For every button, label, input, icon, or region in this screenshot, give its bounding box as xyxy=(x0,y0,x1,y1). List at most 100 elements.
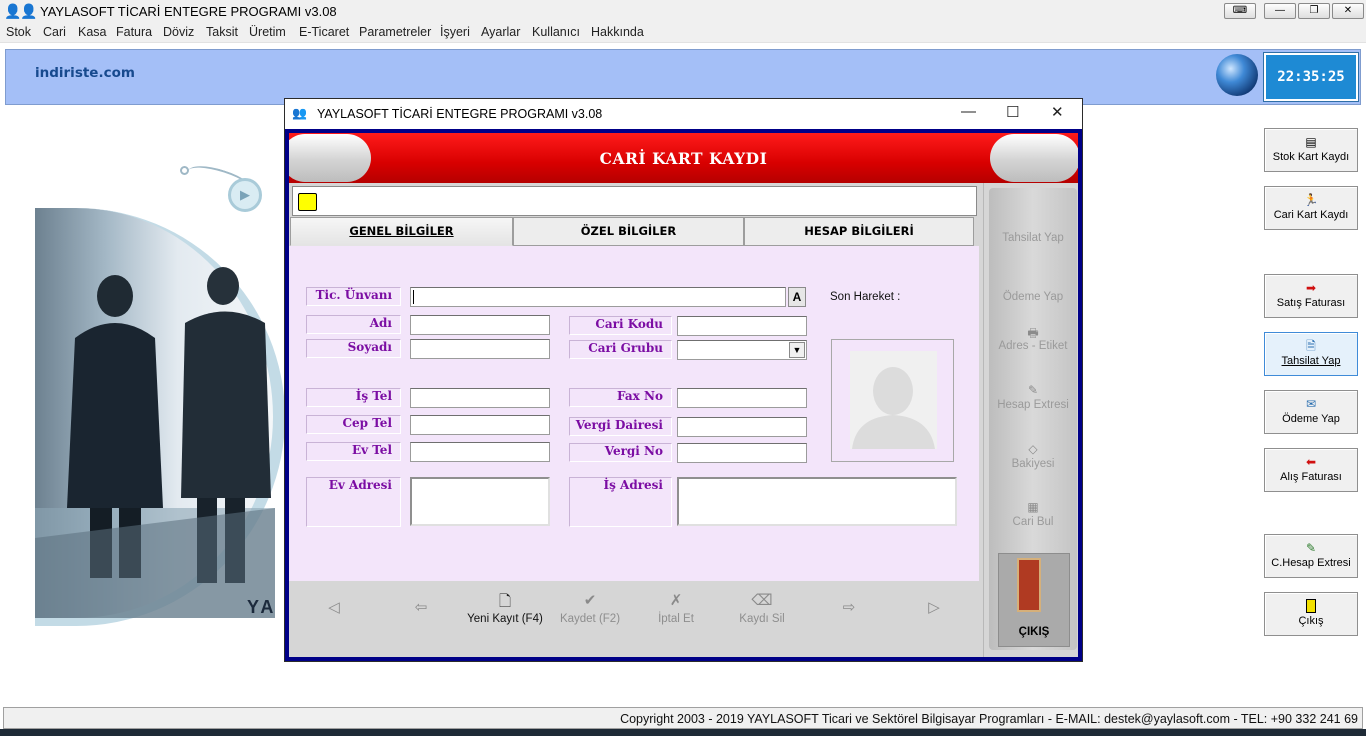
cari-grubu-select[interactable]: ▼ xyxy=(677,340,807,360)
previous-record-button[interactable]: ⇦ xyxy=(376,598,466,620)
payment-icon: ✉ xyxy=(1305,397,1317,411)
last-record-button[interactable]: ▷ xyxy=(889,598,979,620)
ev-tel-input[interactable] xyxy=(410,442,550,462)
account-card-button[interactable]: 🏃 Cari Kart Kaydı xyxy=(1264,186,1358,230)
adi-input[interactable] xyxy=(410,315,550,335)
label-soyadi: Soyadı xyxy=(306,339,401,358)
menu-kullanici[interactable]: Kullanıcı xyxy=(532,25,580,39)
restore-button[interactable]: ❐ xyxy=(1298,3,1330,19)
keyboard-icon[interactable]: ⌨ xyxy=(1224,3,1256,19)
collection-button[interactable]: 🗎 Tahsilat Yap xyxy=(1264,332,1358,376)
sales-invoice-icon: ➡ xyxy=(1305,281,1317,295)
new-record-button[interactable]: 🗋 Yeni Kayıt (F4) xyxy=(460,591,550,625)
side-action-panel-inner: Tahsilat Yap Ödeme Yap 🖶 Adres - Etiket … xyxy=(989,188,1077,650)
tab-ozel-bilgiler[interactable]: ÖZEL BİLGİLER xyxy=(513,217,744,246)
first-record-button[interactable]: ◁ xyxy=(289,598,379,620)
side-collection-label: Tahsilat Yap xyxy=(1002,232,1064,244)
vergi-no-input[interactable] xyxy=(677,443,807,463)
tab-hesap-bilgileri[interactable]: HESAP BİLGİLERİ xyxy=(744,217,974,246)
close-button[interactable]: ✕ xyxy=(1332,3,1364,19)
label-is-adresi: İş Adresi xyxy=(569,477,672,527)
side-payment-label: Ödeme Yap xyxy=(1002,291,1064,303)
stock-card-button[interactable]: ▤ Stok Kart Kaydı xyxy=(1264,128,1358,172)
menu-isyeri[interactable]: İşyeri xyxy=(440,25,470,39)
side-find-account-button[interactable]: ▦ Cari Bul xyxy=(989,500,1077,528)
menu-doviz[interactable]: Döviz xyxy=(163,25,194,39)
side-balance-button[interactable]: ◇ Bakiyesi xyxy=(989,442,1077,470)
dialog-maximize-button[interactable]: ☐ xyxy=(1006,103,1019,121)
label-tic-unvani: Tic. Ünvanı xyxy=(306,287,401,306)
status-indicator xyxy=(298,193,317,211)
soyadi-input[interactable] xyxy=(410,339,550,359)
vergi-dairesi-input[interactable] xyxy=(677,417,807,437)
payment-button[interactable]: ✉ Ödeme Yap xyxy=(1264,390,1358,434)
cancel-x-icon: ✗ xyxy=(669,592,683,609)
tic-unvani-input[interactable] xyxy=(410,287,786,307)
dialog-title-bar: 👥 YAYLASOFT TİCARİ ENTEGRE PROGRAMI v3.0… xyxy=(285,99,1082,129)
new-document-icon: 🗋 xyxy=(498,593,512,610)
save-label: Kaydet (F2) xyxy=(559,613,621,625)
is-tel-input[interactable] xyxy=(410,388,550,408)
main-title-bar: 👤 👤 YAYLASOFT TİCARİ ENTEGRE PROGRAMI v3… xyxy=(0,0,1366,23)
taskbar xyxy=(0,729,1366,736)
menu-hakkinda[interactable]: Hakkında xyxy=(591,25,644,39)
cari-kodu-input[interactable] xyxy=(677,316,807,336)
purchase-invoice-button[interactable]: ⬅ Alış Faturası xyxy=(1264,448,1358,492)
menu-stok[interactable]: Stok xyxy=(6,25,31,39)
side-statement-button[interactable]: ✎ Hesap Extresi xyxy=(989,383,1077,411)
menu-ayarlar[interactable]: Ayarlar xyxy=(481,25,520,39)
menu-cari[interactable]: Cari xyxy=(43,25,66,39)
cancel-button[interactable]: ✗ İptal Et xyxy=(631,591,721,625)
label-vergi-dairesi: Vergi Dairesi xyxy=(569,417,672,436)
side-find-label: Cari Bul xyxy=(1012,516,1054,528)
is-adresi-textarea[interactable] xyxy=(677,477,957,526)
menu-eticaret[interactable]: E-Ticaret xyxy=(299,25,349,39)
account-card-icon: 🏃 xyxy=(1303,193,1319,207)
minimize-button[interactable]: — xyxy=(1264,3,1296,19)
dialog-close-button[interactable]: ✕ xyxy=(1051,103,1064,121)
copyright-text: Copyright 2003 - 2019 YAYLASOFT Ticari v… xyxy=(620,712,1358,726)
printer-icon: 🖶 xyxy=(1027,326,1039,340)
menu-kasa[interactable]: Kasa xyxy=(78,25,107,39)
account-card-label: Cari Kart Kaydı xyxy=(1273,209,1349,221)
fax-no-input[interactable] xyxy=(677,388,807,408)
uppercase-button[interactable]: A xyxy=(788,287,806,307)
checkmark-icon: ✔ xyxy=(583,592,597,609)
side-address-label: Adres - Etiket xyxy=(998,340,1068,352)
side-address-label-button[interactable]: 🖶 Adres - Etiket xyxy=(989,324,1077,352)
cep-tel-input[interactable] xyxy=(410,415,550,435)
delete-record-button[interactable]: ⌫ Kaydı Sil xyxy=(717,591,807,625)
statement-button[interactable]: ✎ C.Hesap Extresi xyxy=(1264,534,1358,578)
side-payment-button[interactable]: Ödeme Yap xyxy=(989,291,1077,303)
next-arrow-icon: ⇨ xyxy=(842,599,856,616)
label-cari-grubu: Cari Grubu xyxy=(569,340,672,359)
ev-adresi-textarea[interactable] xyxy=(410,477,550,526)
dialog-exit-button[interactable]: ÇIKIŞ xyxy=(998,553,1070,647)
tab-genel-bilgiler[interactable]: GENEL BİLGİLER xyxy=(290,217,513,246)
dialog-minimize-button[interactable]: — xyxy=(961,103,976,120)
menu-fatura[interactable]: Fatura xyxy=(116,25,152,39)
label-ev-adresi: Ev Adresi xyxy=(306,477,401,527)
next-record-button[interactable]: ⇨ xyxy=(804,598,894,620)
sales-invoice-button[interactable]: ➡ Satış Faturası xyxy=(1264,274,1358,318)
collection-label: Tahsilat Yap xyxy=(1281,355,1341,367)
photo-frame[interactable] xyxy=(831,339,954,462)
background-logo-text: YA xyxy=(247,597,277,617)
purchase-invoice-label: Alış Faturası xyxy=(1280,471,1342,483)
exit-button[interactable]: Çıkış xyxy=(1264,592,1358,636)
save-button[interactable]: ✔ Kaydet (F2) xyxy=(545,591,635,625)
tab-ozel-label: ÖZEL BİLGİLER xyxy=(580,224,677,238)
dialog-exit-label: ÇIKIŞ xyxy=(1018,626,1050,638)
brand-link[interactable]: indiriste.com xyxy=(35,65,135,81)
chevron-down-icon[interactable]: ▼ xyxy=(789,342,805,358)
menu-uretim[interactable]: Üretim xyxy=(249,25,286,39)
menu-parametreler[interactable]: Parametreler xyxy=(359,25,431,39)
label-vergi-no: Vergi No xyxy=(569,443,672,462)
info-bar xyxy=(292,186,977,216)
delete-icon: ⌫ xyxy=(751,592,773,609)
side-collection-button[interactable]: Tahsilat Yap xyxy=(989,232,1077,244)
menu-taksit[interactable]: Taksit xyxy=(206,25,238,39)
eraser-icon: ◇ xyxy=(1028,442,1038,456)
purchase-invoice-icon: ⬅ xyxy=(1305,455,1317,469)
last-activity-label: Son Hareket : xyxy=(830,291,901,303)
